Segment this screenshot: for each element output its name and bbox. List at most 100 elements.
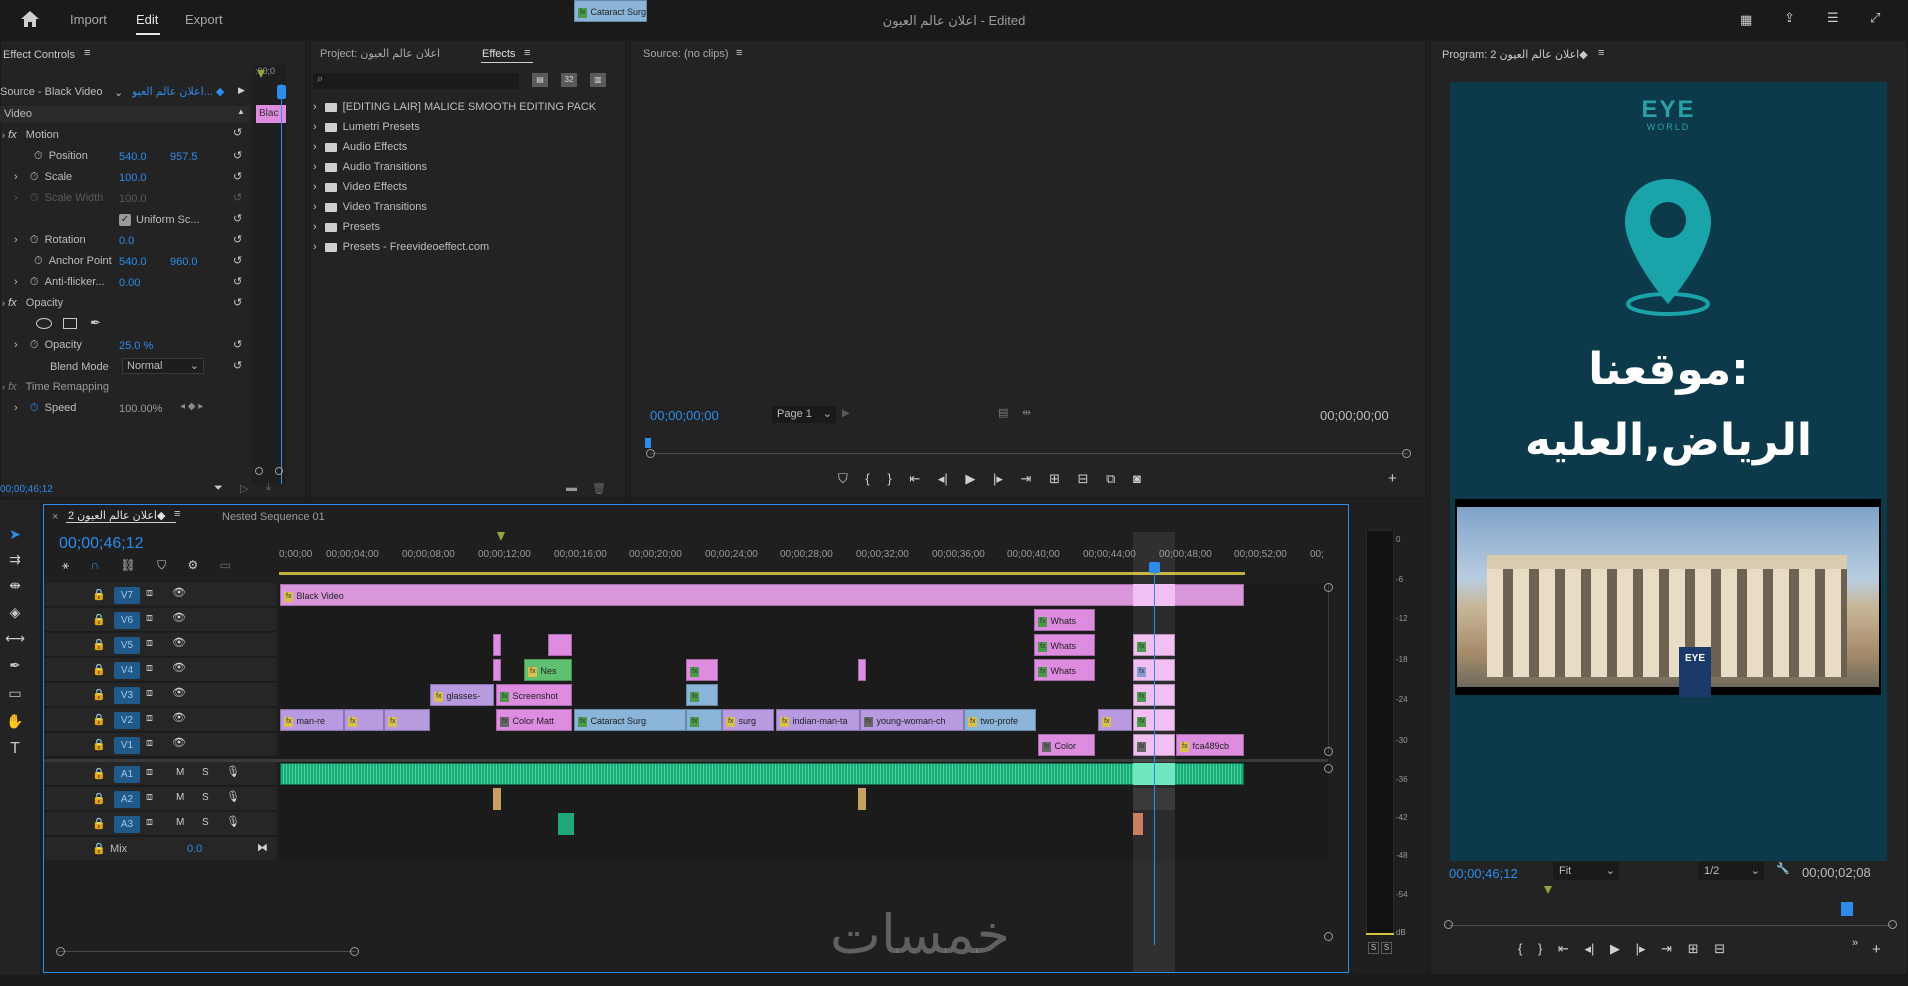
- sync-lock-icon[interactable]: ⧈: [146, 687, 153, 700]
- ec-motion-row[interactable]: › fx Motion: [2, 129, 59, 147]
- add-button-icon[interactable]: +: [1388, 470, 1397, 487]
- track-select-icon[interactable]: ⇉: [5, 549, 25, 569]
- mute-button[interactable]: M: [176, 767, 184, 778]
- uniform-scale-checkbox[interactable]: ✓: [119, 214, 131, 226]
- wrench-icon[interactable]: 🔧: [1776, 862, 1790, 875]
- timeline-playhead-handle[interactable]: [1149, 562, 1160, 573]
- pen-mask-icon[interactable]: ✒: [90, 315, 101, 331]
- more-controls-icon[interactable]: »: [1852, 937, 1858, 949]
- tab-effects[interactable]: Effects: [482, 48, 515, 60]
- resolution-select[interactable]: 1/2 ⌄: [1698, 862, 1764, 880]
- reset-icon[interactable]: ↺: [233, 297, 245, 309]
- clip-black-video[interactable]: fx Black Video: [280, 584, 1244, 606]
- eye-icon[interactable]: 👁: [172, 586, 186, 599]
- stopwatch-icon[interactable]: ⏱: [30, 171, 39, 183]
- track-label[interactable]: A2: [114, 791, 140, 808]
- scroll-up-icon[interactable]: ▲: [237, 107, 245, 116]
- rectangle-mask-icon[interactable]: [63, 318, 77, 329]
- eye-icon[interactable]: 👁: [172, 661, 186, 674]
- reset-icon[interactable]: ↺: [233, 213, 245, 225]
- clip-small[interactable]: [493, 634, 501, 656]
- lock-icon[interactable]: 🔒: [92, 613, 106, 626]
- position-y-value[interactable]: 957.5: [170, 151, 198, 163]
- track-label[interactable]: A1: [114, 766, 140, 783]
- scale-value[interactable]: 100.0: [119, 172, 147, 184]
- reset-icon[interactable]: ↺: [233, 339, 245, 351]
- 32bit-effects-icon[interactable]: 32: [561, 73, 577, 87]
- audio-clip-a1[interactable]: [280, 763, 1244, 785]
- effects-folder-item[interactable]: › [EDITING LAIR] MALICE SMOOTH EDITING PA…: [313, 101, 596, 113]
- clip-small[interactable]: fx: [686, 659, 718, 681]
- reset-icon[interactable]: ↺: [233, 234, 245, 246]
- audio-clip-small[interactable]: [1133, 813, 1143, 835]
- add-marker-icon[interactable]: ⛉: [157, 558, 166, 572]
- blend-mode-select[interactable]: Normal ⌄: [122, 358, 204, 374]
- program-timecode-in[interactable]: 00;00;46;12: [1449, 866, 1518, 881]
- slip-tool-icon[interactable]: ⟷: [5, 628, 25, 648]
- effects-folder-item[interactable]: › Audio Effects: [313, 141, 407, 153]
- lock-icon[interactable]: 🔒: [92, 638, 106, 651]
- clip-surg[interactable]: fx surg: [722, 709, 774, 731]
- mix-value[interactable]: 0.0: [187, 843, 202, 855]
- insert-icon[interactable]: ⊞: [1049, 471, 1060, 486]
- lock-icon[interactable]: 🔒: [92, 688, 106, 701]
- add-button-icon[interactable]: +: [1872, 941, 1881, 958]
- razor-tool-icon[interactable]: ◈: [5, 602, 25, 622]
- microphone-icon[interactable]: 🎙: [226, 765, 240, 778]
- step-back-icon[interactable]: ◂|: [938, 471, 948, 486]
- sync-lock-icon[interactable]: ⧈: [146, 791, 153, 804]
- panel-menu-icon[interactable]: ≡: [524, 47, 530, 59]
- program-scrubber[interactable]: [1449, 925, 1892, 926]
- scroll-handle[interactable]: [350, 947, 359, 956]
- eye-icon[interactable]: 👁: [172, 711, 186, 724]
- extract-icon[interactable]: ⊟: [1714, 941, 1725, 956]
- eye-icon[interactable]: 👁: [172, 611, 186, 624]
- track-label[interactable]: V3: [114, 687, 140, 704]
- solo-button[interactable]: S: [202, 767, 209, 778]
- clip-small[interactable]: fx: [686, 684, 718, 706]
- lock-icon[interactable]: 🔒: [92, 767, 106, 780]
- effects-folder-item[interactable]: › Presets - Freevideoeffect.com: [313, 241, 489, 253]
- effects-search-input[interactable]: ⌕: [313, 73, 519, 89]
- sync-lock-icon[interactable]: ⧈: [146, 766, 153, 779]
- clip-small[interactable]: [548, 634, 572, 656]
- step-back-icon[interactable]: ◂|: [1584, 941, 1594, 956]
- ellipse-mask-icon[interactable]: [36, 318, 52, 329]
- clip-small[interactable]: fx: [1098, 709, 1132, 731]
- ripple-edit-icon[interactable]: ⇼: [5, 575, 25, 595]
- reset-icon[interactable]: ↺: [233, 255, 245, 267]
- stopwatch-icon[interactable]: ⏱: [30, 339, 39, 351]
- go-to-out-icon[interactable]: ⇥: [1021, 471, 1032, 486]
- sync-lock-icon[interactable]: ⧈: [146, 816, 153, 829]
- sync-lock-icon[interactable]: ⧈: [146, 737, 153, 750]
- clip-indian[interactable]: fx indian-man-ta: [776, 709, 860, 731]
- ec-zoom-handle[interactable]: [275, 467, 283, 475]
- lock-icon[interactable]: 🔒: [92, 842, 106, 855]
- type-tool-icon[interactable]: T: [5, 739, 25, 759]
- stopwatch-icon[interactable]: ⏱: [30, 276, 39, 288]
- clip-two[interactable]: fx two-profe: [964, 709, 1036, 731]
- hand-tool-icon[interactable]: ✋: [5, 711, 25, 731]
- lock-icon[interactable]: 🔒: [92, 792, 106, 805]
- clip-fca[interactable]: fx fca489cb: [1176, 734, 1244, 756]
- scroll-handle[interactable]: [1324, 932, 1333, 941]
- audio-clip-small[interactable]: [493, 788, 501, 810]
- tab-project[interactable]: Project: اعلان عالم العيون: [320, 47, 440, 60]
- source-zoom-handle[interactable]: [646, 449, 655, 458]
- eye-icon[interactable]: 👁: [172, 686, 186, 699]
- insert-icon[interactable]: ⇹: [1022, 406, 1031, 419]
- overwrite-icon[interactable]: ⊟: [1078, 471, 1089, 486]
- program-zoom-handle[interactable]: [1444, 920, 1453, 929]
- panel-menu-icon[interactable]: ≡: [1598, 47, 1604, 59]
- timeline-playhead[interactable]: [1154, 562, 1155, 945]
- track-label[interactable]: V4: [114, 662, 140, 679]
- track-label[interactable]: V6: [114, 612, 140, 629]
- clip-small[interactable]: [858, 659, 866, 681]
- snap-icon[interactable]: ∩: [91, 558, 100, 572]
- lock-icon[interactable]: 🔒: [92, 713, 106, 726]
- new-bin-icon[interactable]: ▬: [566, 482, 577, 494]
- horizontal-scrollbar[interactable]: [58, 951, 356, 952]
- ec-sequence-link[interactable]: اعلان عالم العيو... ◆: [132, 85, 242, 98]
- share-icon[interactable]: ⇪: [1784, 10, 1795, 26]
- stopwatch-icon[interactable]: ⏱: [34, 255, 43, 267]
